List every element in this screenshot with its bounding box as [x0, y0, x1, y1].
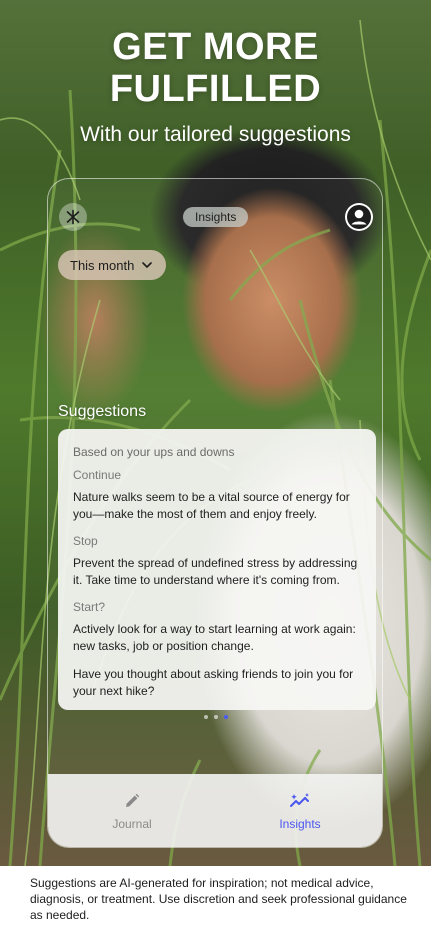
suggestions-card: Based on your ups and downs Continue Nat… — [58, 429, 376, 710]
page-dot-active[interactable] — [224, 715, 228, 719]
section-title: Suggestions — [58, 403, 147, 420]
phone-mockup: Insights This month Suggestions Based on… — [47, 178, 383, 848]
suggestion-label: Continue — [73, 468, 122, 482]
suggestion-closing: Have you thought about asking friends to… — [73, 667, 354, 698]
pencil-icon — [126, 793, 140, 807]
headline: GET MORE FULFILLED — [0, 26, 431, 110]
page-dot[interactable] — [214, 715, 218, 719]
tab-insights-label: Insights — [279, 817, 321, 831]
tab-insights[interactable]: Insights — [216, 774, 382, 847]
profile-button[interactable] — [345, 203, 373, 231]
sparkle-chart-icon — [290, 793, 309, 807]
header-title-chip: Insights — [183, 207, 249, 227]
user-profile-icon — [347, 205, 371, 229]
headline-subtitle: With our tailored suggestions — [80, 123, 351, 146]
page-indicator — [48, 715, 382, 719]
headline-line-2: FULFILLED — [109, 68, 322, 110]
asterisk-logo-icon — [66, 209, 80, 225]
period-select-value: This month — [70, 257, 135, 273]
app-logo-button[interactable] — [59, 203, 87, 231]
suggestion-text: Actively look for a way to start learnin… — [73, 622, 356, 653]
suggestion-text: Nature walks seem to be a vital source o… — [73, 490, 350, 521]
period-select[interactable]: This month — [58, 250, 166, 280]
tab-journal[interactable]: Journal — [48, 774, 216, 847]
suggestion-text: Prevent the spread of undefined stress b… — [73, 556, 358, 587]
card-intro: Based on your ups and downs — [73, 445, 235, 459]
page-dot[interactable] — [204, 715, 208, 719]
bottom-tab-bar: Journal Insights — [48, 774, 382, 847]
chevron-down-icon — [142, 261, 153, 268]
suggestion-label: Stop — [73, 534, 98, 548]
tab-journal-label: Journal — [112, 817, 152, 831]
headline-line-1: GET MORE — [112, 26, 319, 68]
suggestion-label: Start? — [73, 600, 106, 614]
ai-disclaimer: Suggestions are AI-generated for inspira… — [0, 866, 431, 932]
